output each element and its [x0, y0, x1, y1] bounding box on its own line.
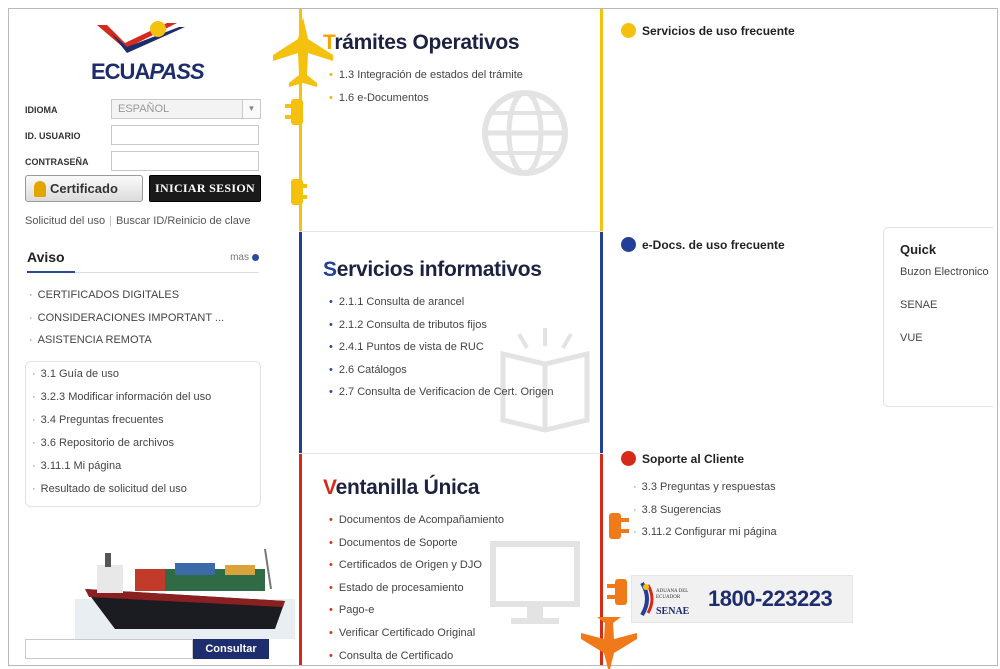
ventanilla-item[interactable]: Consulta de Certificado [329, 650, 504, 669]
servicios-frecuentes-header: Servicios de uso frecuente [621, 23, 795, 38]
cargo-ship-image [75, 548, 295, 639]
link-divider: | [109, 215, 112, 227]
servicios-panel: Servicios informativos 2.1.1 Consulta de… [299, 231, 603, 453]
ventanilla-panel: Ventanilla Única Documentos de Acompañam… [299, 453, 603, 665]
tramites-panel: Trámites Operativos 1.3 Integración de e… [299, 9, 603, 231]
hotline-banner[interactable]: ADUANA DEL ECUADOR SENAE 1800-223223 [631, 575, 853, 623]
soporte-list: 3.3 Preguntas y respuestas 3.8 Sugerenci… [633, 481, 777, 549]
aviso-underline [27, 271, 75, 273]
soporte-item[interactable]: 3.11.2 Configurar mi página [633, 526, 777, 549]
ventanilla-item[interactable]: Verificar Certificado Original [329, 627, 504, 650]
login-button[interactable]: INICIAR SESION [149, 175, 261, 202]
ventanilla-item[interactable]: Pago-e [329, 604, 504, 627]
idioma-label: IDIOMA [25, 105, 58, 115]
guia-item[interactable]: Resultado de solicitud del uso [32, 483, 211, 506]
plug-icon [285, 99, 303, 125]
ecuapass-logo[interactable]: ECUAPASS [85, 19, 205, 89]
usuario-label: ID. USUARIO [25, 131, 81, 141]
servicios-list: 2.1.1 Consulta de arancel 2.1.2 Consulta… [329, 296, 554, 409]
hotline-number: 1800-223223 [708, 586, 833, 611]
password-label: CONTRASEÑA [25, 157, 89, 167]
tramites-item[interactable]: 1.3 Integración de estados del trámite [329, 69, 523, 92]
servicios-item[interactable]: 2.4.1 Puntos de vista de RUC [329, 341, 553, 364]
ventanilla-list: Documentos de Acompañamiento Documentos … [329, 514, 504, 669]
consultar-button[interactable]: Consultar [193, 639, 269, 659]
ventanilla-item[interactable]: Estado de procesamiento [329, 582, 504, 605]
solicitud-link[interactable]: Solicitud del uso [25, 215, 105, 227]
more-label: mas [230, 252, 249, 263]
soporte-header: Soporte al Cliente [621, 451, 744, 466]
aviso-item[interactable]: CONSIDERACIONES IMPORTANT ... [29, 312, 224, 335]
aviso-more-link[interactable]: mas [230, 252, 259, 263]
guia-box: 3.1 Guía de uso 3.2.3 Modificar informac… [25, 361, 261, 507]
servicios-frecuentes-title: Servicios de uso frecuente [642, 23, 795, 38]
soporte-item[interactable]: 3.3 Preguntas y respuestas [633, 481, 777, 504]
password-input[interactable] [111, 151, 259, 171]
quick-links-panel: Quick Buzon Electronico SENAE VUE [883, 227, 993, 407]
certificate-icon [34, 180, 46, 197]
quick-list: Buzon Electronico SENAE VUE [900, 266, 989, 365]
idioma-select[interactable]: ESPAÑOL ▼ [111, 99, 261, 119]
guia-item[interactable]: 3.2.3 Modificar información del uso [32, 391, 212, 414]
star-icon [621, 23, 636, 38]
consult-input[interactable] [25, 639, 193, 659]
servicios-item[interactable]: 2.7 Consulta de Verificacion de Cert. Or… [329, 386, 554, 409]
logo-wordmark: ECUAPASS [91, 59, 205, 84]
tramites-title[interactable]: Trámites Operativos [323, 31, 520, 55]
guia-item[interactable]: 3.1 Guía de uso [32, 368, 211, 391]
soporte-item[interactable]: 3.8 Sugerencias [633, 504, 777, 527]
aviso-header: Aviso mas [27, 249, 259, 273]
edocs-title: e-Docs. de uso frecuente [642, 237, 785, 252]
aviso-title: Aviso [27, 249, 65, 265]
ventanilla-title[interactable]: Ventanilla Única [323, 476, 480, 500]
ventanilla-item[interactable]: Documentos de Soporte [329, 537, 504, 560]
soporte-title: Soporte al Cliente [642, 451, 745, 466]
ventanilla-item[interactable]: Certificados de Origen y DJO [329, 559, 504, 582]
account-links: Solicitud del uso | Buscar ID/Reinicio de … [25, 215, 250, 227]
chevron-down-icon[interactable]: ▼ [242, 100, 260, 118]
tramites-item[interactable]: 1.6 e-Documentos [329, 92, 523, 115]
senae-emblem-icon [640, 581, 654, 617]
logo-check-icon [97, 21, 185, 53]
services-column: Trámites Operativos 1.3 Integración de e… [299, 9, 603, 665]
usuario-input[interactable] [111, 125, 259, 145]
aviso-item[interactable]: ASISTENCIA REMOTA [29, 334, 224, 357]
servicios-item[interactable]: 2.1.2 Consulta de tributos fijos [329, 319, 553, 342]
quick-link[interactable]: SENAE [900, 299, 989, 332]
servicios-item[interactable]: 2.6 Catálogos [329, 364, 553, 387]
certificado-button[interactable]: Certificado [25, 175, 143, 202]
guia-item[interactable]: 3.11.1 Mi página [32, 460, 211, 483]
senae-subtitle: ADUANA DEL ECUADOR [656, 589, 689, 600]
airplane-icon [621, 237, 636, 252]
consult-row: Consultar [25, 639, 269, 661]
guia-item[interactable]: 3.6 Repositorio de archivos [32, 437, 211, 460]
quick-link[interactable]: VUE [900, 332, 989, 365]
guia-item[interactable]: 3.4 Preguntas frecuentes [32, 414, 211, 437]
buscar-id-link[interactable]: Buscar ID/Reinicio de clave [116, 215, 251, 227]
servicios-title[interactable]: Servicios informativos [323, 258, 542, 282]
page-frame: ECUAPASS IDIOMA ESPAÑOL ▼ ID. USUARIO CO… [8, 8, 999, 669]
ventanilla-item[interactable]: Documentos de Acompañamiento [329, 514, 504, 537]
quick-title: Quick [900, 242, 937, 257]
aviso-list: CERTIFICADOS DIGITALES CONSIDERACIONES I… [29, 289, 224, 357]
edocs-header: e-Docs. de uso frecuente [621, 237, 785, 252]
certificado-label: Certificado [50, 181, 118, 196]
senae-logo: ADUANA DEL ECUADOR SENAE [638, 579, 700, 619]
quick-link[interactable]: Buzon Electronico [900, 266, 989, 299]
idioma-value: ESPAÑOL [118, 103, 170, 115]
support-icon [621, 451, 636, 466]
airplane-icon [273, 17, 333, 87]
guia-list: 3.1 Guía de uso 3.2.3 Modificar informac… [32, 368, 212, 506]
more-dot-icon [252, 254, 259, 261]
quick-services-column: Servicios de uso frecuente e-Docs. de us… [603, 9, 999, 665]
plug-icon [291, 179, 307, 205]
login-sidebar: ECUAPASS IDIOMA ESPAÑOL ▼ ID. USUARIO CO… [9, 9, 299, 665]
servicios-item[interactable]: 2.1.1 Consulta de arancel [329, 296, 553, 319]
aviso-item[interactable]: CERTIFICADOS DIGITALES [29, 289, 224, 312]
tramites-list: 1.3 Integración de estados del trámite 1… [329, 69, 523, 114]
senae-wordmark: SENAE [656, 606, 690, 617]
